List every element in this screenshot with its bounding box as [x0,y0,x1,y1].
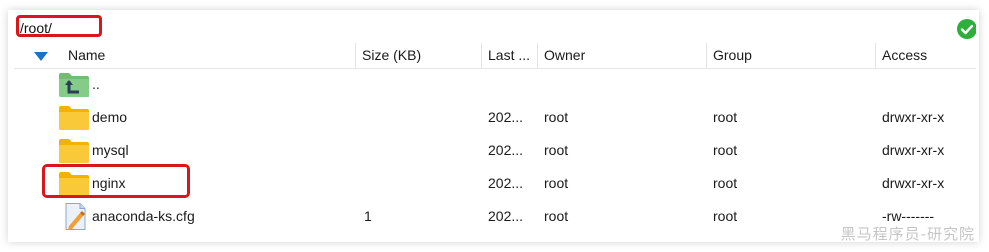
folder-icon [59,106,89,130]
column-header-size[interactable]: Size (KB) [356,43,482,68]
check-circle-icon [957,19,976,39]
screenshot-frame: Name Size (KB) Last ... Owner Group Acce… [0,0,989,252]
file-group: root [713,109,738,125]
column-header-name[interactable]: Name [54,43,356,68]
file-browser-panel: Name Size (KB) Last ... Owner Group Acce… [14,14,976,240]
list-item-mysql[interactable]: mysql 202... root root drwxr-xr-x [14,134,976,167]
list-item-demo[interactable]: demo 202... root root drwxr-xr-x [14,101,976,134]
file-last-modified: 202... [488,208,524,224]
file-group: root [713,175,738,191]
file-name: anaconda-ks.cfg [92,208,195,224]
file-size: 1 [364,208,372,224]
parent-folder-icon [59,73,89,97]
file-last-modified: 202... [488,109,524,125]
watermark: 黑马程序员-研究院 [840,225,975,243]
file-owner: root [544,208,569,224]
file-access: drwxr-xr-x [882,175,945,191]
file-name: demo [92,109,128,125]
config-file-icon [65,203,86,230]
list-item-anaconda-ks[interactable]: anaconda-ks.cfg 1 202... root root -rw--… [14,200,976,233]
sort-descending-icon[interactable] [34,52,48,61]
path-bar [14,14,976,44]
folder-icon [59,172,89,196]
file-last-modified: 202... [488,142,524,158]
column-header-owner[interactable]: Owner [538,43,707,68]
file-access: drwxr-xr-x [882,109,945,125]
file-name: .. [92,76,100,92]
list-item-parent[interactable]: .. [14,68,976,101]
file-owner: root [544,109,569,125]
column-header-last-modified[interactable]: Last ... [482,43,538,68]
file-group: root [713,208,738,224]
file-last-modified: 202... [488,175,524,191]
file-name: mysql [92,142,129,158]
column-header-access[interactable]: Access [876,43,976,68]
file-name: nginx [92,175,126,191]
path-input[interactable] [20,17,620,39]
file-group: root [713,142,738,158]
column-header-group[interactable]: Group [707,43,876,68]
file-owner: root [544,175,569,191]
file-owner: root [544,142,569,158]
folder-icon [59,139,89,163]
file-access: drwxr-xr-x [882,142,945,158]
column-header-row: Name Size (KB) Last ... Owner Group Acce… [14,43,976,69]
list-item-nginx[interactable]: nginx 202... root root drwxr-xr-x [14,167,976,200]
